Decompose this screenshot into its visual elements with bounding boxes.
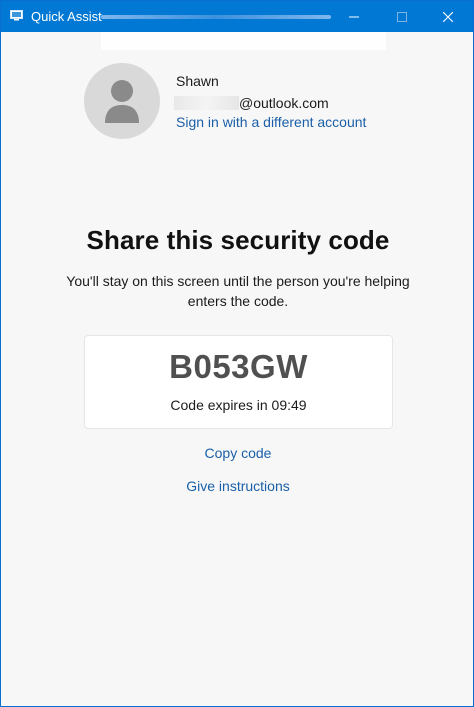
minimize-icon bbox=[349, 16, 359, 17]
copy-code-link[interactable]: Copy code bbox=[1, 445, 474, 461]
quick-assist-window: Quick Assist Shawn @outlook.com Sign in … bbox=[0, 0, 474, 707]
title-bar[interactable]: Quick Assist bbox=[1, 1, 473, 32]
account-email: @outlook.com bbox=[174, 94, 329, 111]
close-icon bbox=[443, 11, 453, 22]
avatar bbox=[84, 63, 160, 139]
redacted-email-user bbox=[174, 95, 239, 110]
person-icon bbox=[105, 80, 139, 123]
blurred-region bbox=[101, 32, 386, 50]
account-name: Shawn bbox=[176, 73, 219, 89]
instructions-text: You'll stay on this screen until the per… bbox=[66, 273, 410, 309]
security-code-card: B053GW Code expires in 09:49 bbox=[84, 335, 393, 429]
quick-assist-app-icon bbox=[10, 10, 23, 21]
close-button[interactable] bbox=[425, 1, 471, 32]
window-title: Quick Assist bbox=[31, 9, 102, 24]
blurred-title-region bbox=[101, 15, 331, 19]
code-expiry-text: Code expires in 09:49 bbox=[170, 397, 307, 413]
page-title: Share this security code bbox=[86, 225, 390, 255]
minimize-button[interactable] bbox=[331, 1, 377, 32]
maximize-button[interactable] bbox=[379, 1, 425, 32]
give-instructions-link[interactable]: Give instructions bbox=[1, 478, 474, 494]
email-domain: @outlook.com bbox=[239, 94, 329, 111]
maximize-icon bbox=[397, 11, 407, 22]
security-code: B053GW bbox=[169, 348, 308, 385]
sign-in-different-account-link[interactable]: Sign in with a different account bbox=[176, 114, 366, 130]
